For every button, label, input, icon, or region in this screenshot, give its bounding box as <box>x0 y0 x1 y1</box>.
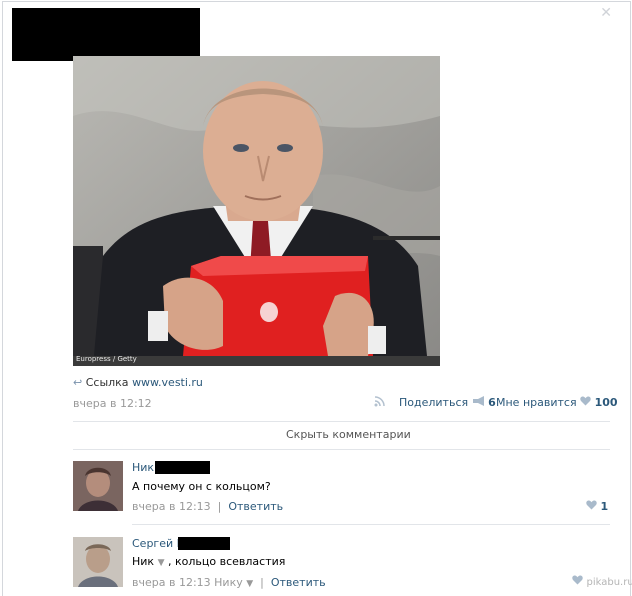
divider <box>132 524 610 525</box>
link-arrow-icon: ↩ <box>73 376 83 389</box>
reply-button[interactable]: Ответить <box>228 500 283 513</box>
redacted-name <box>155 461 210 474</box>
like-count: 100 <box>594 396 618 409</box>
heart-icon <box>572 575 587 588</box>
link-url[interactable]: www.vesti.ru <box>132 376 203 389</box>
chevron-down-icon: ▼ <box>246 579 254 589</box>
comment-author[interactable]: Ник <box>132 461 154 474</box>
comment-text: А почему он с кольцом? <box>132 480 271 493</box>
watermark: pikabu.ru <box>572 575 632 588</box>
hide-comments-link[interactable]: Скрыть комментарии <box>286 428 411 441</box>
meta-separator: | <box>214 500 225 513</box>
photo-credit: Europress / Getty <box>76 355 137 363</box>
like-button[interactable]: Мне нравится 100 <box>496 396 618 409</box>
heart-icon <box>580 396 595 409</box>
comment-like-button[interactable]: 1 <box>586 500 608 513</box>
avatar[interactable] <box>73 461 123 511</box>
post-link[interactable]: ↩ Ссылка www.vesti.ru <box>73 376 203 389</box>
comment-author[interactable]: Сергей N <box>132 537 185 550</box>
comment-like-count: 1 <box>600 500 609 513</box>
post-photo[interactable]: Europress / Getty <box>73 56 440 366</box>
reply-to[interactable]: Нику <box>214 576 243 589</box>
comment-text: Ник ▼ , кольцо всевластия <box>132 555 286 568</box>
comment-time[interactable]: вчера в 12:13 <box>132 500 211 513</box>
reply-button[interactable]: Ответить <box>271 576 326 589</box>
megaphone-icon <box>472 396 489 409</box>
share-count: 6 <box>488 396 496 409</box>
post-time[interactable]: вчера в 12:12 <box>73 397 152 410</box>
comment-meta: вчера в 12:13 Нику ▼ | Ответить <box>132 576 326 589</box>
meta-separator: | <box>256 576 268 589</box>
redacted-author-block <box>12 8 200 61</box>
rss-icon <box>374 395 386 410</box>
divider <box>73 449 610 450</box>
share-label: Поделиться <box>399 396 469 409</box>
heart-icon <box>586 500 601 513</box>
comment-meta: вчера в 12:13 | Ответить <box>132 500 283 513</box>
like-label: Мне нравится <box>496 396 577 409</box>
link-prefix: Ссылка <box>85 376 129 389</box>
divider <box>73 421 610 422</box>
chevron-down-icon: ▼ <box>157 558 165 568</box>
comment-mention[interactable]: Ник <box>132 555 154 568</box>
comment-time[interactable]: вчера в 12:13 <box>132 576 211 589</box>
avatar[interactable] <box>73 537 123 587</box>
redacted-name <box>178 537 230 550</box>
close-icon[interactable]: ✕ <box>600 6 612 20</box>
share-button[interactable]: Поделиться 6 <box>399 396 496 409</box>
